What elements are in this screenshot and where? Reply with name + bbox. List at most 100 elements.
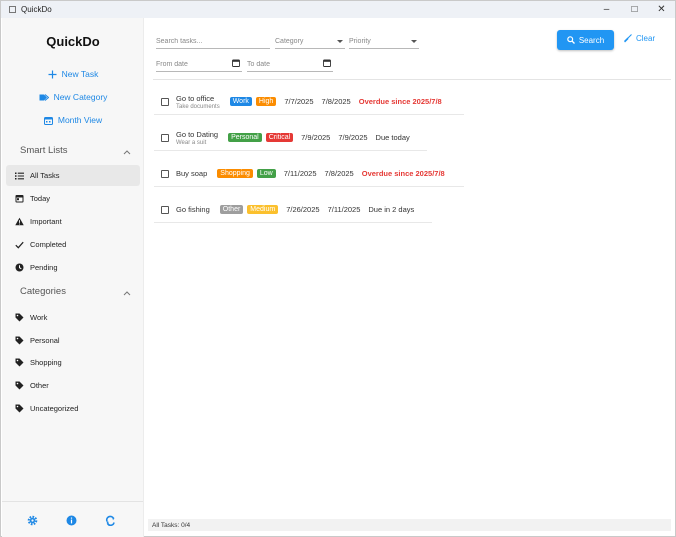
task-row[interactable]: Go to Dating Wear a suit Personal Critical 7… xyxy=(154,125,427,151)
app-window: QuickDo – □ ✕ QuickDo New Task New Categ… xyxy=(0,0,676,537)
category-label: Other xyxy=(30,381,49,390)
plus-icon xyxy=(48,70,57,79)
task-end-date: 7/9/2025 xyxy=(338,133,368,142)
task-title: Buy soap xyxy=(176,169,208,178)
category-item-work[interactable]: Work xyxy=(6,307,140,328)
chevron-up-icon xyxy=(123,288,131,296)
smart-list-important[interactable]: Important xyxy=(6,211,140,232)
smart-list-label: All Tasks xyxy=(30,171,60,180)
task-title: Go to Dating xyxy=(176,129,219,139)
task-start-date: 7/26/2025 xyxy=(286,205,320,214)
task-row[interactable]: Go to office Take documents Work High 7/7/20… xyxy=(154,89,464,115)
category-item-personal[interactable]: Personal xyxy=(6,330,140,351)
calendar-day-icon xyxy=(15,194,24,203)
task-title-block: Go to Dating Wear a suit xyxy=(176,130,218,146)
search-button-label: Search xyxy=(578,35,605,45)
close-button[interactable]: ✕ xyxy=(648,1,675,18)
category-item-shopping[interactable]: Shopping xyxy=(6,352,140,373)
category-item-other[interactable]: Other xyxy=(6,375,140,396)
calendar-icon xyxy=(43,116,53,125)
category-select[interactable]: Category xyxy=(275,35,345,49)
task-end-date: 7/11/2025 xyxy=(327,205,361,214)
task-checkbox[interactable] xyxy=(161,133,169,142)
settings-gear-icon[interactable] xyxy=(27,515,38,526)
search-icon xyxy=(567,36,575,44)
smart-list-all-tasks[interactable]: All Tasks xyxy=(6,165,140,186)
list-icon xyxy=(15,171,24,180)
app-icon xyxy=(9,6,16,13)
calendar-icon[interactable] xyxy=(232,59,240,69)
smart-list-today[interactable]: Today xyxy=(6,188,140,209)
task-row[interactable]: Buy soap Shopping Low 7/11/2025 7/8/2025 Over… xyxy=(154,161,464,187)
categories-header[interactable]: Categories xyxy=(20,286,131,297)
task-start-date: 7/11/2025 xyxy=(283,169,317,178)
category-tag: Personal xyxy=(228,133,262,142)
maximize-button[interactable]: □ xyxy=(621,1,648,18)
priority-select[interactable]: Priority xyxy=(349,35,419,49)
category-label: Uncategorized xyxy=(30,404,79,413)
to-date-box[interactable] xyxy=(247,61,333,68)
info-icon[interactable] xyxy=(66,515,77,526)
task-checkbox[interactable] xyxy=(161,97,169,106)
search-button[interactable]: Search xyxy=(557,30,614,50)
smart-lists-title: Smart Lists xyxy=(20,145,68,156)
task-start-date: 7/7/2025 xyxy=(284,97,314,106)
task-checkbox[interactable] xyxy=(161,205,169,214)
from-date-box[interactable] xyxy=(156,61,242,68)
search-input-box[interactable] xyxy=(156,38,270,45)
calendar-icon[interactable] xyxy=(323,59,331,69)
task-title: Go to office xyxy=(176,93,215,103)
smart-list-label: Important xyxy=(30,217,62,226)
task-note: Wear a suit xyxy=(176,139,207,146)
priority-tag: Critical xyxy=(265,133,294,142)
smart-list-label: Completed xyxy=(30,240,67,249)
dropdown-arrow-icon xyxy=(337,40,343,43)
task-title-block: Buy soap xyxy=(176,169,207,178)
new-task-button[interactable]: New Task xyxy=(2,69,144,79)
sync-icon[interactable] xyxy=(105,515,116,526)
tag-icon xyxy=(15,358,24,367)
task-due-status: Overdue since 2025/7/8 xyxy=(361,169,445,178)
new-category-label: New Category xyxy=(53,92,108,102)
check-icon xyxy=(15,240,24,249)
to-date-input[interactable] xyxy=(247,58,333,72)
task-row[interactable]: Go fishing Other Medium 7/26/2025 7/11/2025 D… xyxy=(154,197,432,223)
smart-list-pending[interactable]: Pending xyxy=(6,257,140,278)
tag-icon xyxy=(15,313,24,322)
smart-list-label: Today xyxy=(30,194,51,203)
smart-lists-header[interactable]: Smart Lists xyxy=(20,145,131,156)
status-bar: All Tasks: 0/4 xyxy=(148,519,671,531)
month-view-button[interactable]: Month View xyxy=(2,115,144,125)
month-view-label: Month View xyxy=(57,115,103,125)
tag-icon xyxy=(15,336,24,345)
new-task-label: New Task xyxy=(61,69,99,79)
category-tag: Work xyxy=(229,97,252,106)
search-input[interactable] xyxy=(156,35,270,49)
title-bar: QuickDo – □ ✕ xyxy=(1,1,675,18)
category-tag: Other xyxy=(219,205,244,214)
sidebar-footer xyxy=(2,501,143,537)
priority-tag: Medium xyxy=(247,205,279,214)
minimize-button[interactable]: – xyxy=(593,1,620,18)
clear-button[interactable]: Clear xyxy=(623,34,655,43)
priority-select-placeholder: Priority xyxy=(349,38,371,45)
filters-divider xyxy=(153,79,671,80)
smart-list-completed[interactable]: Completed xyxy=(6,234,140,255)
task-start-date: 7/9/2025 xyxy=(301,133,331,142)
chevron-up-icon xyxy=(123,147,131,155)
task-checkbox[interactable] xyxy=(161,169,169,178)
new-category-button[interactable]: New Category xyxy=(2,92,144,102)
task-title: Go fishing xyxy=(176,205,210,214)
task-due-status: Due today xyxy=(375,133,410,142)
category-item-uncategorized[interactable]: Uncategorized xyxy=(6,398,140,419)
task-end-date: 7/8/2025 xyxy=(324,169,354,178)
task-title-block: Go fishing xyxy=(176,205,210,214)
from-date-input[interactable] xyxy=(156,58,242,72)
priority-tag: High xyxy=(255,97,277,106)
category-label: Personal xyxy=(30,336,60,345)
task-title-block: Go to office Take documents xyxy=(176,94,220,110)
category-label: Work xyxy=(30,313,48,322)
tag-icon xyxy=(15,404,24,413)
task-end-date: 7/8/2025 xyxy=(321,97,351,106)
priority-tag: Low xyxy=(256,169,276,178)
